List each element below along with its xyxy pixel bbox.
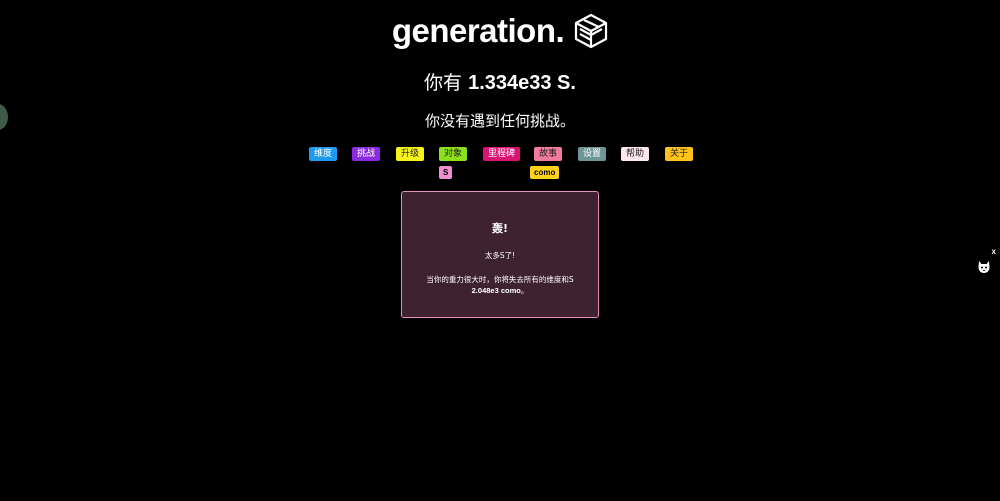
modal-detail-end: 。 [520, 286, 529, 295]
modal-detail-text: 当你的重力很大时，你将失去所有的维度和S [426, 275, 574, 284]
modal-message: 太多S了! [484, 251, 516, 260]
tab-help[interactable]: 帮助 [621, 147, 650, 161]
logo: generation. [0, 12, 1000, 50]
tab-upgrades[interactable]: 升级 [396, 147, 425, 161]
logo-text: generation. [391, 12, 565, 49]
cat-icon[interactable] [977, 259, 991, 278]
currency-amount: 1.334e33 S. [468, 72, 576, 94]
tab-story[interactable]: 故事 [534, 147, 563, 161]
tab-objects[interactable]: 对象 [439, 147, 468, 161]
modal-detail: 当你的重力很大时，你将失去所有的维度和S 2.048e3 como。 [416, 274, 584, 296]
cube-icon [574, 13, 608, 49]
modal-title: 轰! [491, 222, 509, 235]
currency-prefix: 你有 [424, 72, 469, 94]
s-badge: S [439, 166, 453, 179]
tab-settings[interactable]: 设置 [578, 147, 607, 161]
como-badge: como [530, 166, 560, 179]
currency-display: 你有 1.334e33 S. [0, 68, 1000, 95]
challenge-status: 你没有遇到任何挑战。 [424, 112, 575, 130]
modal-detail-amount: 2.048e3 como [471, 286, 521, 295]
tab-bar: 维度 挑战 升级 对象 里程碑 故事 设置 帮助 关于 S como [0, 147, 1000, 187]
tab-about[interactable]: 关于 [665, 147, 694, 161]
tab-milestones[interactable]: 里程碑 [483, 147, 521, 161]
alert-modal: 轰! 太多S了! 当你的重力很大时，你将失去所有的维度和S 2.048e3 co… [401, 191, 599, 318]
tab-challenges[interactable]: 挑战 [352, 147, 381, 161]
close-icon[interactable]: x [992, 247, 996, 256]
tab-dimensions[interactable]: 维度 [309, 147, 338, 161]
